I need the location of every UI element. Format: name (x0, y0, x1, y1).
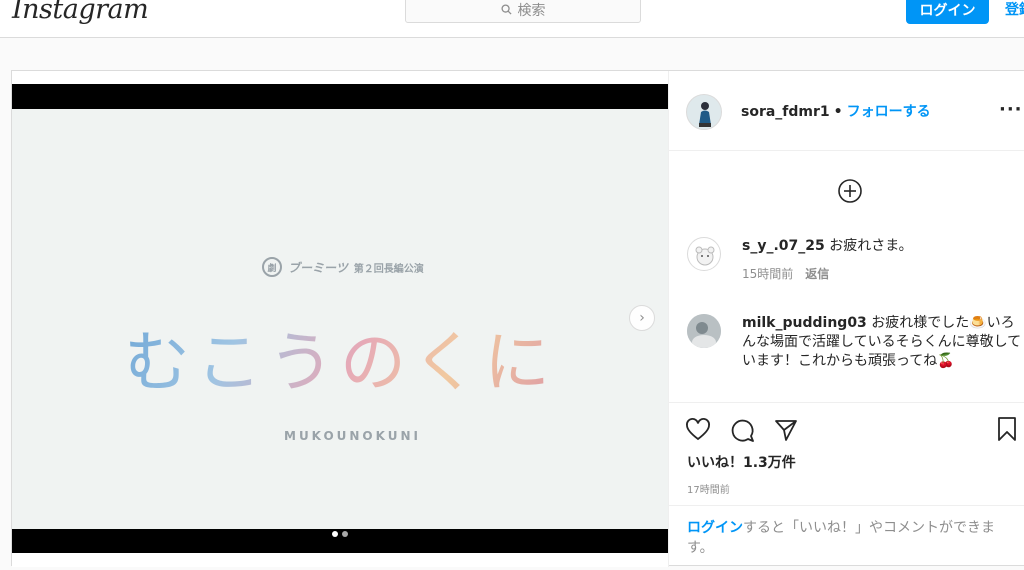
separator-dot: • (833, 104, 843, 120)
slide-dot-active (332, 531, 338, 537)
comment-body: s_y_.07_25 お疲れさま。 15時間前 返信 (742, 237, 1022, 284)
media-image: 劇 ブーミーツ 第２回長編公演 むこうのくに MUKOUNOKUNI (12, 109, 668, 529)
chevron-right-icon: › (639, 310, 645, 326)
search-icon (500, 4, 512, 15)
slide-indicator (332, 531, 348, 537)
comment-icon[interactable] (729, 417, 755, 443)
troupe-label: 劇 ブーミーツ 第２回長編公演 (262, 257, 424, 277)
top-nav-bar: Instagram 検索 ログイン 登録 (0, 0, 1024, 38)
comment-meta: 15時間前 返信 (742, 265, 1022, 284)
troupe-name: ブーミーツ (288, 260, 348, 275)
bookmark-icon[interactable] (994, 416, 1020, 442)
search-placeholder: 検索 (517, 2, 546, 19)
add-comment-icon[interactable] (837, 178, 863, 204)
slide-dot (342, 531, 348, 537)
author-username[interactable]: sora_fdmr1 (741, 104, 830, 120)
troupe-logo-icon: 劇 (262, 257, 282, 277)
post-sidebar: sora_fdmr1 • フォローする ··· s_y_.07_25 お疲れさま。 … (668, 71, 1024, 567)
comment-username[interactable]: s_y_.07_25 (742, 238, 825, 254)
troupe-subtitle: 第２回長編公演 (353, 263, 424, 275)
follow-button[interactable]: フォローする (847, 104, 931, 120)
post-card: 劇 ブーミーツ 第２回長編公演 むこうのくに MUKOUNOKUNI › sor… (11, 70, 1024, 567)
post-media[interactable]: 劇 ブーミーツ 第２回長編公演 むこうのくに MUKOUNOKUNI › (12, 71, 668, 567)
reply-button[interactable]: 返信 (805, 267, 829, 281)
comment-body: milk_pudding03 お疲れ様でした🍮いろんな場面で活躍しているそらくん… (742, 314, 1022, 371)
more-icon[interactable]: ··· (999, 99, 1023, 120)
commenter-avatar[interactable] (687, 314, 721, 348)
comment-username[interactable]: milk_pudding03 (742, 315, 867, 331)
search-box[interactable]: 検索 (405, 0, 641, 23)
signup-link[interactable]: 登録 (1005, 0, 1024, 19)
like-count[interactable]: いいね！1.3万件 (687, 452, 796, 472)
heart-icon[interactable] (685, 417, 711, 443)
comment-text: お疲れさま。 (829, 238, 913, 254)
comment-time: 15時間前 (742, 267, 794, 281)
commenter-avatar[interactable] (687, 237, 721, 271)
play-title: むこうのくに (124, 309, 584, 405)
author-avatar[interactable] (686, 94, 722, 130)
next-slide-button[interactable]: › (629, 305, 655, 331)
letterbox-top (12, 84, 668, 109)
post-author: sora_fdmr1 • フォローする (741, 101, 931, 121)
instagram-logo[interactable]: Instagram (12, 0, 149, 25)
login-button[interactable]: ログイン (906, 0, 989, 24)
post-time: 17時間前 (687, 485, 730, 496)
play-title-roman: MUKOUNOKUNI (284, 429, 421, 443)
login-link[interactable]: ログイン (687, 520, 743, 536)
post-header: sora_fdmr1 • フォローする ··· (669, 71, 1024, 151)
share-icon[interactable] (773, 417, 799, 443)
post-actions: いいね！1.3万件 17時間前 ログインすると「いいね！」やコメントができます。 (669, 402, 1024, 567)
login-prompt: ログインすると「いいね！」やコメントができます。 (669, 505, 1024, 570)
